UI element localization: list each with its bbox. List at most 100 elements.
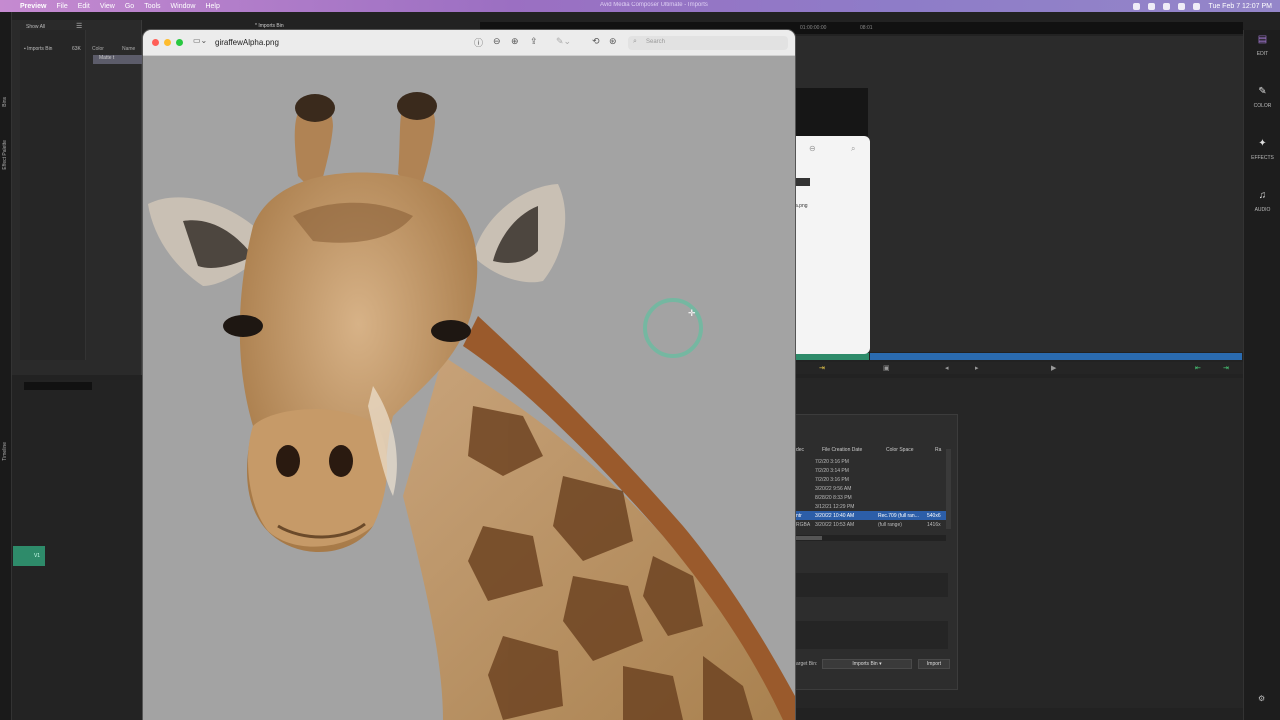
- close-button[interactable]: [152, 39, 159, 46]
- import-button[interactable]: Import: [918, 659, 950, 669]
- share-icon[interactable]: ⇪: [530, 36, 538, 47]
- track-source-button[interactable]: [13, 546, 29, 566]
- audio-icon: ♫: [1258, 190, 1267, 201]
- menu-tools[interactable]: Tools: [144, 3, 160, 10]
- crosshair-cursor-icon: ✛: [688, 308, 696, 318]
- wifi-icon[interactable]: [1178, 2, 1186, 10]
- rail-effects[interactable]: ✦ EFFECTS: [1244, 138, 1280, 161]
- import-list-scrollbar[interactable]: [946, 449, 951, 529]
- zoom-in-icon[interactable]: ⊕: [511, 36, 519, 47]
- minimize-button[interactable]: [164, 39, 171, 46]
- import-settings-panel: [796, 621, 948, 649]
- target-bin-label: arget Bin:: [796, 661, 818, 667]
- rail-edit[interactable]: ▤ EDIT: [1244, 34, 1280, 57]
- import-file-row[interactable]: RGBA 3/20/22 10:53 AM (full range) 1416x: [796, 520, 946, 529]
- bin-tab-title[interactable]: * Imports Bin: [255, 23, 284, 29]
- step-back-icon[interactable]: ◂: [945, 364, 949, 372]
- menu-view[interactable]: View: [100, 3, 115, 10]
- import-cell-color-space: Rec.709 (full ran...: [878, 513, 919, 519]
- timeline-panel: V1: [12, 380, 144, 720]
- target-bin-dropdown[interactable]: Imports Bin ▾: [822, 659, 912, 669]
- col-file-creation-date[interactable]: File Creation Date: [822, 447, 862, 453]
- record-position-bar[interactable]: [870, 353, 1242, 360]
- play-icon[interactable]: ▶: [1051, 364, 1056, 372]
- timeline-tab-label[interactable]: Timeline: [2, 442, 8, 461]
- import-options-panel: [796, 573, 948, 597]
- bins-tab-label[interactable]: Bins: [2, 97, 8, 107]
- zoom-button[interactable]: [176, 39, 183, 46]
- import-cell-prefix: RGBA: [796, 522, 811, 528]
- import-file-row[interactable]: 3/20/22 9:56 AM: [796, 484, 946, 493]
- track-v1-button[interactable]: V1: [29, 546, 45, 566]
- clock[interactable]: Tue Feb 7 12:07 PM: [1208, 3, 1272, 10]
- mark-clip-icon[interactable]: ▣: [883, 364, 890, 372]
- bin-selected-row[interactable]: Matte t: [93, 55, 143, 64]
- import-file-row[interactable]: 7/2/20 3:16 PM: [796, 475, 946, 484]
- import-file-row[interactable]: ntr 3/20/22 10:40 AM Rec.709 (full ran... 5…: [796, 511, 946, 520]
- effects-icon: ✦: [1258, 138, 1267, 149]
- sidebar-toggle-icon[interactable]: ▭⌄: [193, 36, 207, 45]
- rotate-icon[interactable]: ⟲: [592, 36, 600, 47]
- rail-color[interactable]: ✎ COLOR: [1244, 86, 1280, 109]
- giraffe-illustration: [148, 92, 795, 720]
- document-title: giraffewAlpha.png: [215, 38, 279, 47]
- file-label[interactable]: a.png: [795, 203, 808, 209]
- color-icon: ✎: [1258, 86, 1267, 97]
- menu-file[interactable]: File: [56, 3, 67, 10]
- bin-column-headers: Color Name: [88, 44, 142, 54]
- import-h-scrollbar[interactable]: [796, 535, 946, 541]
- overwrite-icon[interactable]: ⇥: [1223, 364, 1229, 372]
- status-icon[interactable]: [1148, 2, 1156, 10]
- finder-search-icon[interactable]: ⌕: [851, 144, 855, 154]
- file-thumbnail[interactable]: [796, 178, 810, 186]
- import-file-row[interactable]: 3/12/21 12:29 PM: [796, 502, 946, 511]
- mark-in-icon[interactable]: ⇥: [819, 364, 825, 372]
- menu-app-preview[interactable]: Preview: [20, 3, 46, 10]
- col-ra[interactable]: Ra: [935, 447, 941, 453]
- info-icon[interactable]: ⓘ: [474, 36, 483, 49]
- col-color-space[interactable]: Color Space: [886, 447, 914, 453]
- source-position-bar[interactable]: [795, 353, 869, 360]
- settings-gear-icon[interactable]: ⚙: [1258, 694, 1265, 703]
- control-center-icon[interactable]: [1193, 2, 1201, 10]
- import-cell-date: 7/2/20 3:16 PM: [815, 477, 849, 483]
- search-field[interactable]: ⌕ Search: [628, 36, 788, 50]
- menu-go[interactable]: Go: [125, 3, 134, 10]
- menu-icon[interactable]: ☰: [76, 22, 82, 30]
- search-icon: ⌕: [633, 38, 637, 45]
- markup-icon[interactable]: ✎⌄: [556, 36, 571, 47]
- import-cell-date: 3/20/22 10:40 AM: [815, 513, 855, 519]
- step-forward-icon[interactable]: ▸: [975, 364, 979, 372]
- col-name[interactable]: Name: [122, 46, 135, 52]
- effect-palette-tab-label[interactable]: Effect Palette: [2, 140, 8, 170]
- splice-icon[interactable]: ⇤: [1195, 364, 1201, 372]
- scroll-thumb[interactable]: [796, 536, 822, 540]
- timeline-toolbar: [24, 382, 92, 390]
- timecode-display: 01:00:00:00: [800, 25, 827, 31]
- status-icon[interactable]: [1133, 2, 1141, 10]
- col-color[interactable]: Color: [92, 46, 104, 52]
- import-file-row[interactable]: 7/2/20 3:16 PM: [796, 457, 946, 466]
- import-file-row[interactable]: 7/2/20 3:14 PM: [796, 466, 946, 475]
- import-cell-extra: 540x6: [927, 513, 941, 519]
- monitor-controls: ⇥ ▣ ◂ ▸ ▶ ⇤ ⇥: [795, 362, 1243, 374]
- avid-left-tool-strip: Bins Effect Palette Timeline: [0, 12, 12, 720]
- markup-toolbar-icon[interactable]: ⊛: [609, 36, 617, 47]
- col-codec[interactable]: dec: [796, 447, 804, 453]
- import-cell-date: 3/20/22 9:56 AM: [815, 486, 852, 492]
- rail-audio[interactable]: ♫ AUDIO: [1244, 190, 1280, 213]
- zoom-out-icon[interactable]: ⊖: [493, 36, 501, 47]
- import-cell-date: 3/12/21 12:29 PM: [815, 504, 855, 510]
- import-file-row[interactable]: 8/28/20 8:33 PM: [796, 493, 946, 502]
- menu-window[interactable]: Window: [171, 3, 196, 10]
- action-menu-icon[interactable]: ⊖: [809, 144, 816, 153]
- preview-window: ▭⌄ giraffewAlpha.png ⓘ ⊖ ⊕ ⇪ ✎⌄ ⟲ ⊛ ⌕ Se…: [143, 30, 795, 720]
- finder-window: ⊖ ⌕ a.png: [795, 136, 870, 354]
- import-cell-extra: 1416x: [927, 522, 941, 528]
- menu-edit[interactable]: Edit: [78, 3, 90, 10]
- status-icon[interactable]: [1163, 2, 1171, 10]
- preview-titlebar: ▭⌄ giraffewAlpha.png ⓘ ⊖ ⊕ ⇪ ✎⌄ ⟲ ⊛ ⌕ Se…: [143, 30, 795, 56]
- menu-help[interactable]: Help: [205, 3, 219, 10]
- bin-list-item[interactable]: ▪ Imports Bin: [24, 46, 52, 52]
- import-cell-prefix: ntr: [796, 513, 802, 519]
